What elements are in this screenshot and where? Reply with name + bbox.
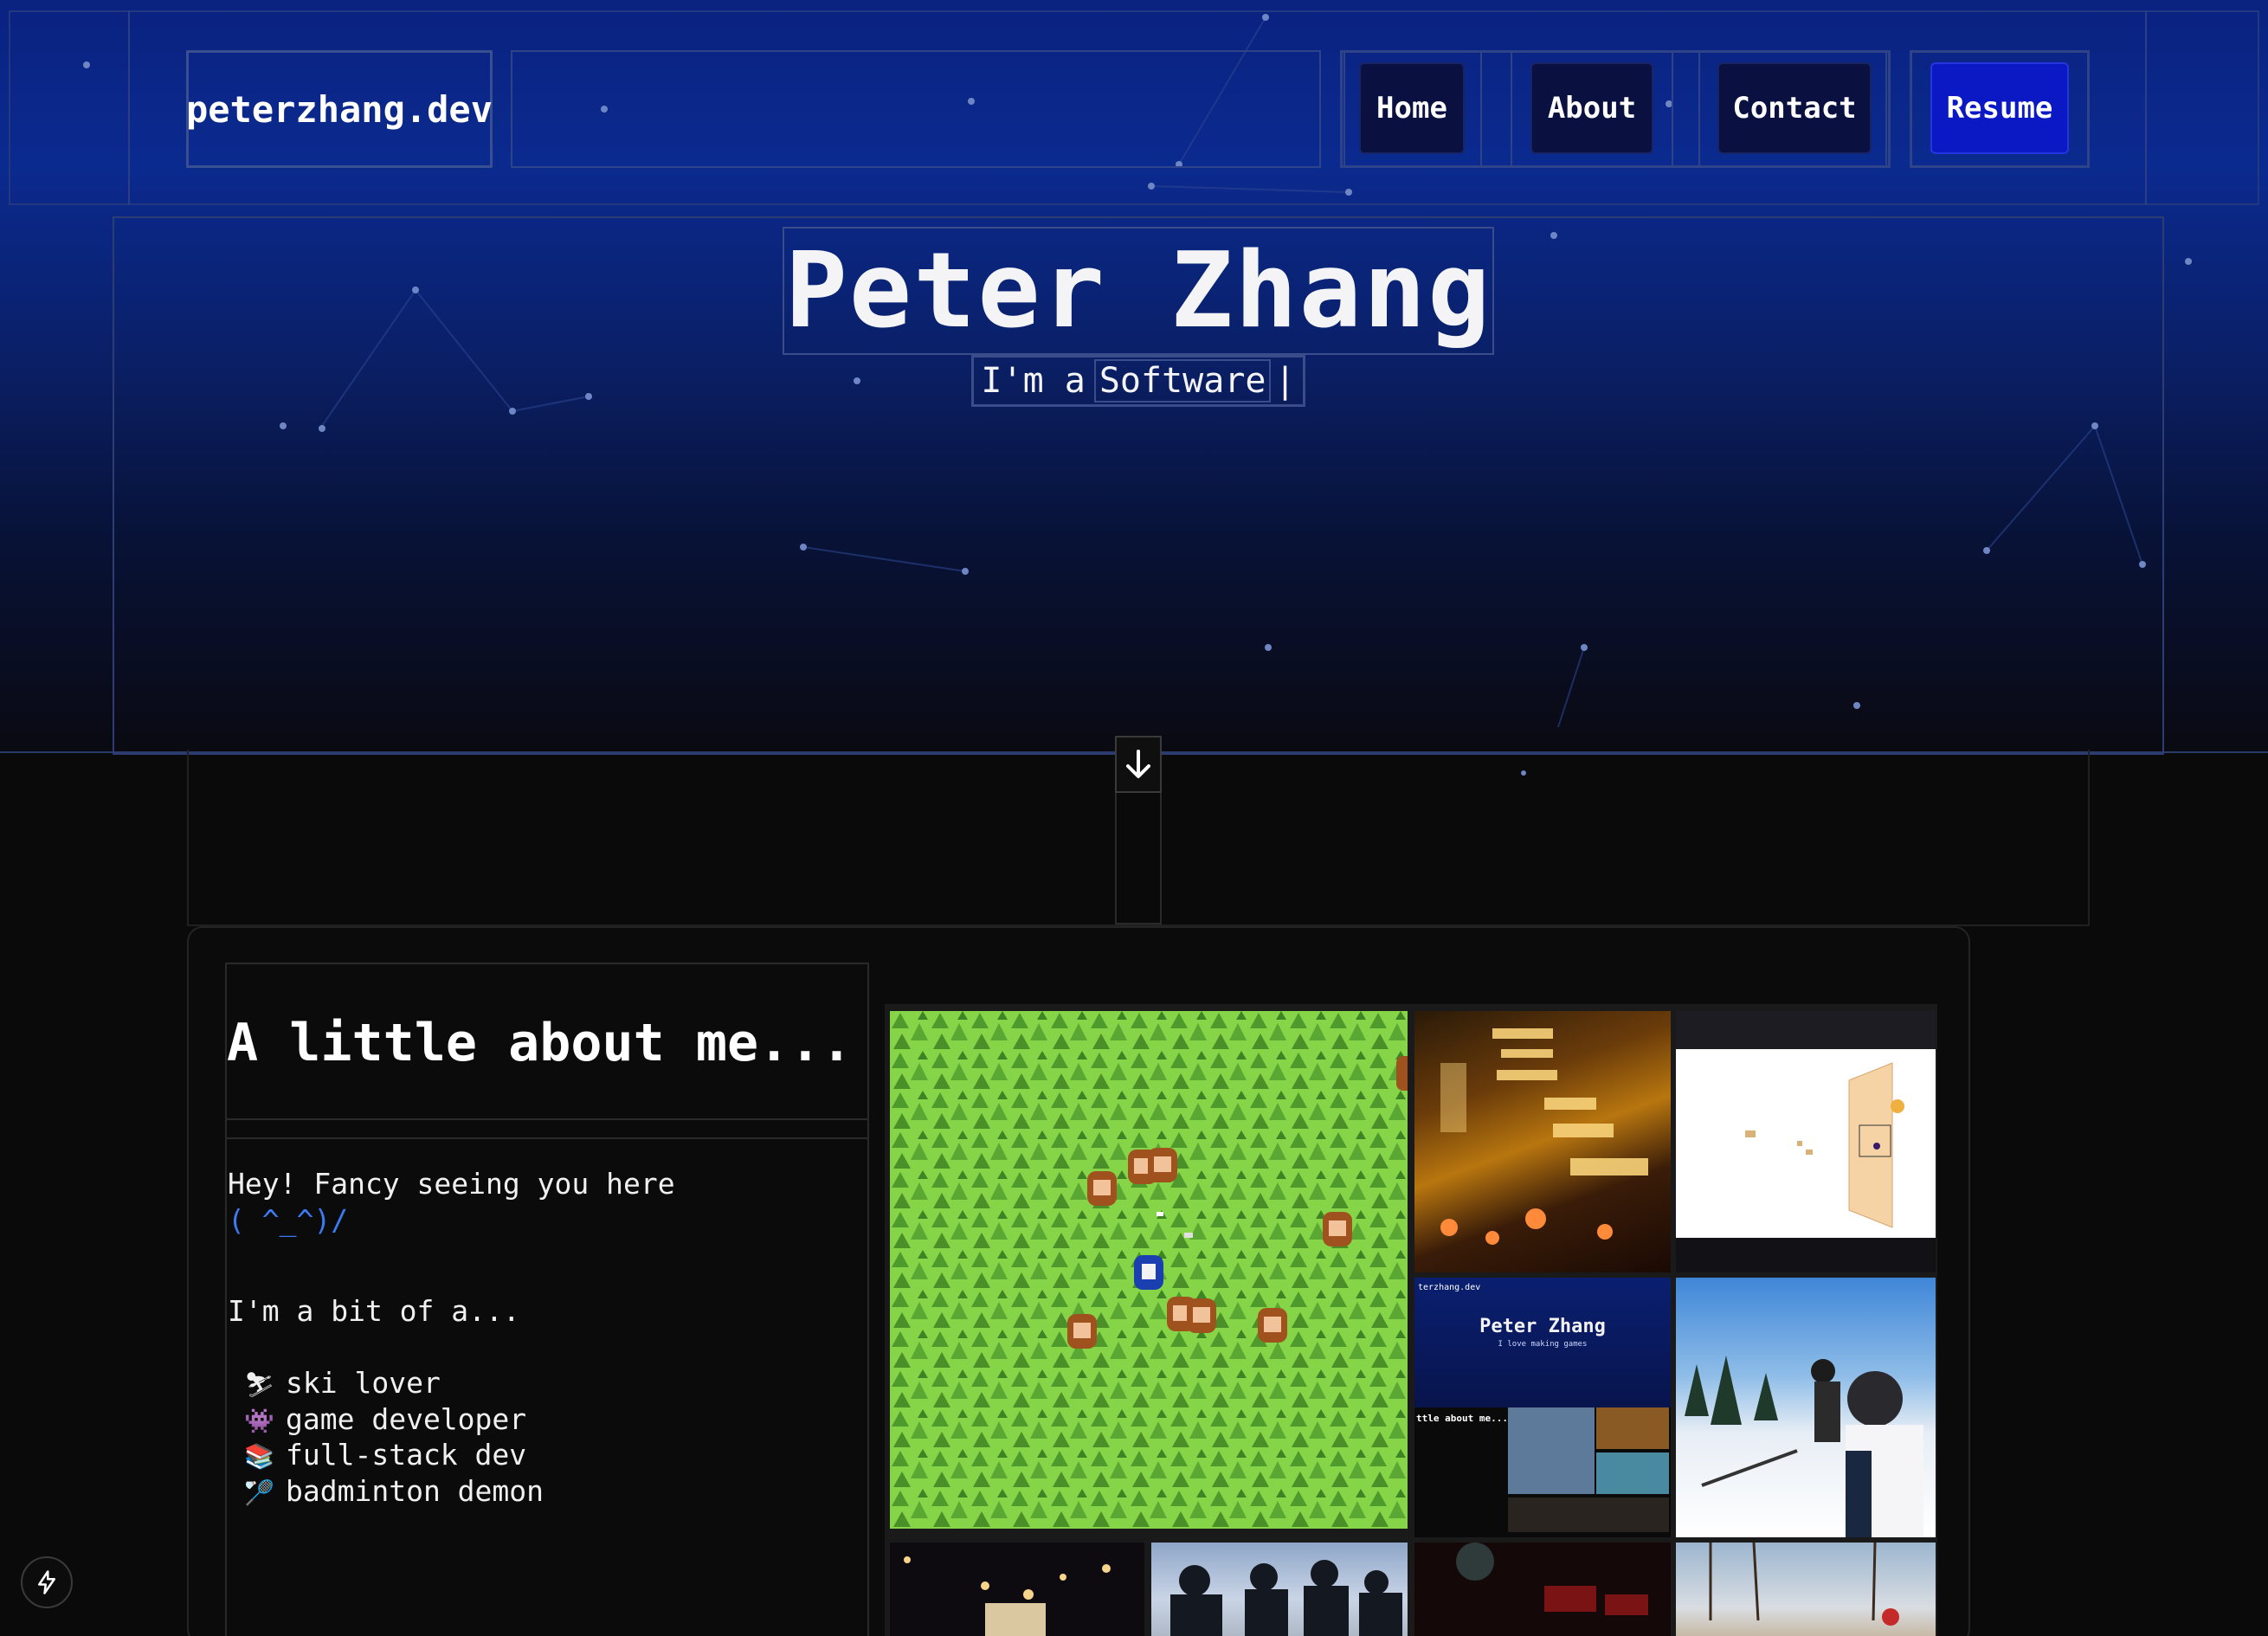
- gallery-image-city-night[interactable]: [1414, 1011, 1671, 1272]
- lights-scene: [904, 1556, 1111, 1636]
- editor-viewport: [1745, 1062, 1904, 1228]
- nav-contact-link[interactable]: Contact: [1717, 62, 1872, 154]
- gallery-image-dark-event[interactable]: [1414, 1543, 1671, 1636]
- quick-action-button[interactable]: [21, 1556, 73, 1608]
- nav-home-link[interactable]: Home: [1359, 62, 1465, 154]
- arrow-down-icon: [1126, 750, 1150, 778]
- ski-scene: [1685, 1356, 1923, 1537]
- park-scene: [1709, 1543, 1899, 1626]
- mini-site-brand: terzhang.dev: [1418, 1283, 1481, 1292]
- alien-monster-icon: 👾: [244, 1407, 274, 1435]
- books-icon: 📚: [244, 1442, 274, 1471]
- navbar-spacer: [511, 50, 1321, 168]
- about-kaomoji: ( ^_^)/: [228, 1203, 349, 1237]
- hero-title: Peter Zhang: [784, 230, 1492, 351]
- silhouette-scene: [1170, 1560, 1402, 1636]
- badminton-icon: 🏸: [244, 1478, 274, 1507]
- trait-item: 📚 full-stack dev: [244, 1438, 527, 1472]
- resume-button[interactable]: Resume: [1930, 62, 2069, 154]
- about-heading: A little about me...: [227, 1013, 853, 1073]
- about-greeting: Hey! Fancy seeing you here: [228, 1167, 675, 1201]
- trait-item: ⛷ ski lover: [244, 1366, 441, 1400]
- site-logo-link[interactable]: peterzhang.dev: [186, 50, 493, 168]
- gallery-image-friends-silhouette[interactable]: [1151, 1543, 1408, 1636]
- event-scene: [1456, 1543, 1648, 1615]
- gallery-image-website-screenshot[interactable]: terzhang.dev Peter Zhang I love making g…: [1414, 1278, 1671, 1537]
- trait-item: 👾 game developer: [244, 1402, 527, 1436]
- gallery-image-3d-editor[interactable]: [1676, 1011, 1936, 1272]
- nav-about-link[interactable]: About: [1530, 62, 1653, 154]
- gallery-image-ski-trip[interactable]: [1676, 1278, 1936, 1537]
- city-lights: [1440, 1028, 1648, 1245]
- scroll-down-button[interactable]: [1115, 736, 1162, 793]
- skier-icon: ⛷: [244, 1370, 275, 1399]
- subtitle-prefix: I'm a: [981, 361, 1086, 401]
- typewriter-word: Software: [1093, 359, 1272, 403]
- about-intro: I'm a bit of a...: [228, 1294, 520, 1328]
- trait-item: 🏸 badminton demon: [244, 1474, 544, 1508]
- mini-site-about: ttle about me...: [1414, 1407, 1671, 1537]
- pixel-game-scene: [890, 1011, 1408, 1529]
- gallery-image-christmas-lights[interactable]: [890, 1543, 1144, 1636]
- hero-subtitle: I'm a Software |: [971, 355, 1305, 407]
- lightning-bolt-icon: [38, 1570, 55, 1594]
- mini-site-title: Peter Zhang: [1479, 1316, 1606, 1337]
- mini-site-subtitle: I love making games: [1498, 1340, 1588, 1349]
- typewriter-cursor: |: [1274, 361, 1296, 401]
- gallery-image-winter-park[interactable]: [1676, 1543, 1936, 1636]
- gallery-image-pixel-game[interactable]: [890, 1011, 1408, 1529]
